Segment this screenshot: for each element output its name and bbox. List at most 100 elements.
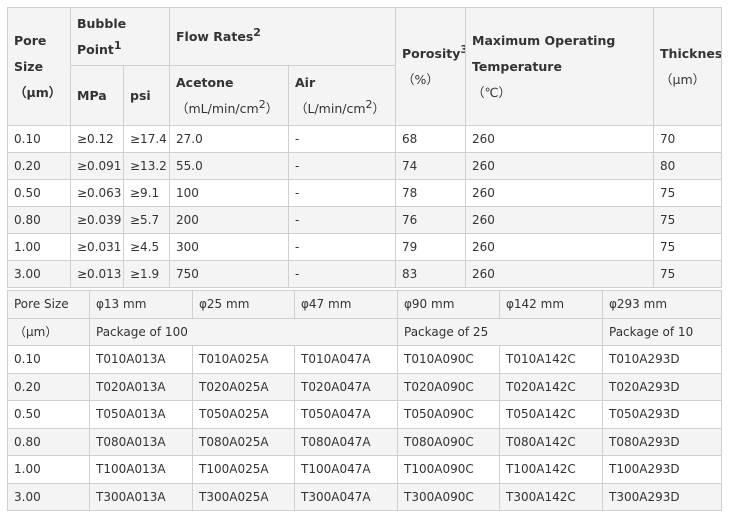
header-psi: psi (123, 65, 170, 126)
cell-code: T100A090C (397, 455, 500, 484)
cell-code: T300A142C (499, 482, 603, 511)
size-13mm: φ13 mm (89, 290, 193, 319)
cell-mpa: ≥0.039 (70, 206, 124, 234)
cell-mpa: ≥0.12 (70, 125, 124, 153)
size-25mm: φ25 mm (192, 290, 295, 319)
cell-porosity: 74 (395, 152, 467, 180)
cell-code: T050A025A (192, 400, 295, 429)
cell-air: - (287, 206, 397, 234)
cell-code: T080A090C (397, 427, 500, 456)
spec-row: 0.80 ≥0.039 ≥5.7 200 - 76 260 75 (7, 206, 723, 234)
cell-code: T020A090C (397, 372, 500, 401)
cell-code: T300A047A (294, 482, 398, 511)
size-142mm: φ142 mm (499, 290, 603, 319)
cell-temp: 260 (465, 125, 655, 153)
header-porosity: Porosity3 （%） (395, 7, 467, 126)
cell-pore: 3.00 (7, 260, 71, 288)
cell-code: T010A047A (294, 345, 398, 374)
cell-acetone: 200 (169, 206, 289, 234)
cell-porosity: 68 (395, 125, 467, 153)
cell-pore: 0.10 (7, 125, 71, 153)
cell-acetone: 300 (169, 233, 289, 261)
cell-temp: 260 (465, 179, 655, 207)
cell-pore: 0.20 (7, 152, 71, 180)
cell-code: T010A142C (499, 345, 603, 374)
cell-mpa: ≥0.091 (70, 152, 124, 180)
header-pore-size: Pore Size （μm） (7, 7, 71, 126)
catalog-row: 0.80 T080A013A T080A025A T080A047A T080A… (7, 427, 722, 456)
header-thickness: Thickness （μm） (653, 7, 723, 126)
cell-acetone: 27.0 (169, 125, 289, 153)
cell-pore: 0.80 (7, 427, 90, 456)
cell-psi: ≥13.2 (123, 152, 170, 180)
cell-code: T080A013A (89, 427, 193, 456)
cell-thickness: 75 (653, 260, 723, 288)
package-25: Package of 25 (397, 317, 603, 346)
cell-psi: ≥1.9 (123, 260, 170, 288)
catalog-row: 0.10 T010A013A T010A025A T010A047A T010A… (7, 345, 722, 374)
header-max-temp: Maximum Operating Temperature （℃） (465, 7, 655, 126)
cell-air: - (287, 152, 397, 180)
cell-thickness: 75 (653, 206, 723, 234)
cell-pore: 1.00 (7, 455, 90, 484)
cell-code: T300A090C (397, 482, 500, 511)
cell-temp: 260 (465, 152, 655, 180)
cell-thickness: 75 (653, 179, 723, 207)
cell-code: T300A025A (192, 482, 295, 511)
cell-code: T020A293D (602, 372, 722, 401)
size-90mm: φ90 mm (397, 290, 500, 319)
cell-code: T050A293D (602, 400, 722, 429)
cell-pore: 0.50 (7, 400, 90, 429)
cell-psi: ≥4.5 (123, 233, 170, 261)
header-air: Air （L/min/cm2） (287, 65, 397, 126)
cell-pore: 0.10 (7, 345, 90, 374)
cell-porosity: 79 (395, 233, 467, 261)
cell-code: T050A142C (499, 400, 603, 429)
cell-psi: ≥17.4 (123, 125, 170, 153)
cell-air: - (287, 233, 397, 261)
cell-temp: 260 (465, 260, 655, 288)
header-acetone: Acetone （mL/min/cm2） (169, 65, 289, 126)
cell-pore: 0.80 (7, 206, 71, 234)
cell-thickness: 75 (653, 233, 723, 261)
spec-row: 3.00 ≥0.013 ≥1.9 750 - 83 260 75 (7, 260, 723, 288)
spec-row: 0.10 ≥0.12 ≥17.4 27.0 - 68 260 70 (7, 125, 723, 153)
cell-code: T010A013A (89, 345, 193, 374)
cell-code: T080A293D (602, 427, 722, 456)
cell-code: T010A025A (192, 345, 295, 374)
cell-code: T010A090C (397, 345, 500, 374)
cell-code: T080A142C (499, 427, 603, 456)
cell-mpa: ≥0.063 (70, 179, 124, 207)
cell-temp: 260 (465, 206, 655, 234)
cell-pore: 3.00 (7, 482, 90, 511)
catalog-row: 1.00 T100A013A T100A025A T100A047A T100A… (7, 455, 722, 484)
cell-code: T050A090C (397, 400, 500, 429)
header-bubble-point: Bubble Point1 (70, 7, 170, 66)
spec-row: 0.20 ≥0.091 ≥13.2 55.0 - 74 260 80 (7, 152, 723, 180)
spec-row: 1.00 ≥0.031 ≥4.5 300 - 79 260 75 (7, 233, 723, 261)
cell-code: T300A013A (89, 482, 193, 511)
cell-psi: ≥9.1 (123, 179, 170, 207)
cell-code: T100A047A (294, 455, 398, 484)
cell-porosity: 78 (395, 179, 467, 207)
cell-porosity: 83 (395, 260, 467, 288)
cell-air: - (287, 260, 397, 288)
cell-code: T020A047A (294, 372, 398, 401)
cell-code: T080A025A (192, 427, 295, 456)
header-mpa: MPa (70, 65, 124, 126)
cell-mpa: ≥0.013 (70, 260, 124, 288)
package-100: Package of 100 (89, 317, 398, 346)
spec-row: 0.50 ≥0.063 ≥9.1 100 - 78 260 75 (7, 179, 723, 207)
size-47mm: φ47 mm (294, 290, 398, 319)
cell-thickness: 70 (653, 125, 723, 153)
catalog-row: 0.20 T020A013A T020A025A T020A047A T020A… (7, 372, 722, 401)
cell-code: T020A025A (192, 372, 295, 401)
cell-acetone: 750 (169, 260, 289, 288)
cell-code: T020A142C (499, 372, 603, 401)
cell-code: T050A013A (89, 400, 193, 429)
cell-code: T100A293D (602, 455, 722, 484)
cell-code: T300A293D (602, 482, 722, 511)
catalog-size-header: Pore Size φ13 mm φ25 mm φ47 mm φ90 mm φ1… (7, 290, 722, 319)
package-10: Package of 10 (602, 317, 722, 346)
cell-code: T010A293D (602, 345, 722, 374)
